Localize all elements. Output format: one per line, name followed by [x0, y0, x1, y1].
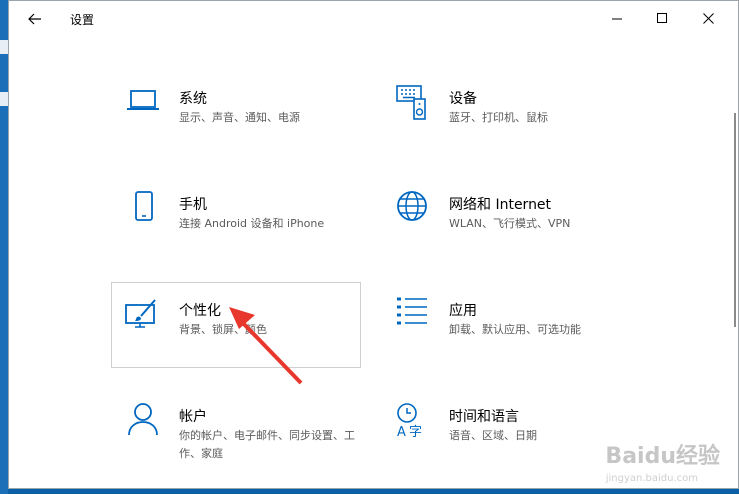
red-annotation-arrow [229, 307, 303, 385]
desktop-icon-fragment [0, 92, 8, 106]
desktop-background [0, 0, 8, 494]
watermark-brand: Baidu经验 [605, 444, 720, 469]
settings-window: 设置 系统 显示、声音、通知、电源 设备 蓝牙、打印机、鼠标 手机 连接 And… [8, 0, 739, 489]
watermark-url: jingyan.baidu.com [605, 473, 698, 484]
desktop-icon-fragment [0, 40, 8, 54]
